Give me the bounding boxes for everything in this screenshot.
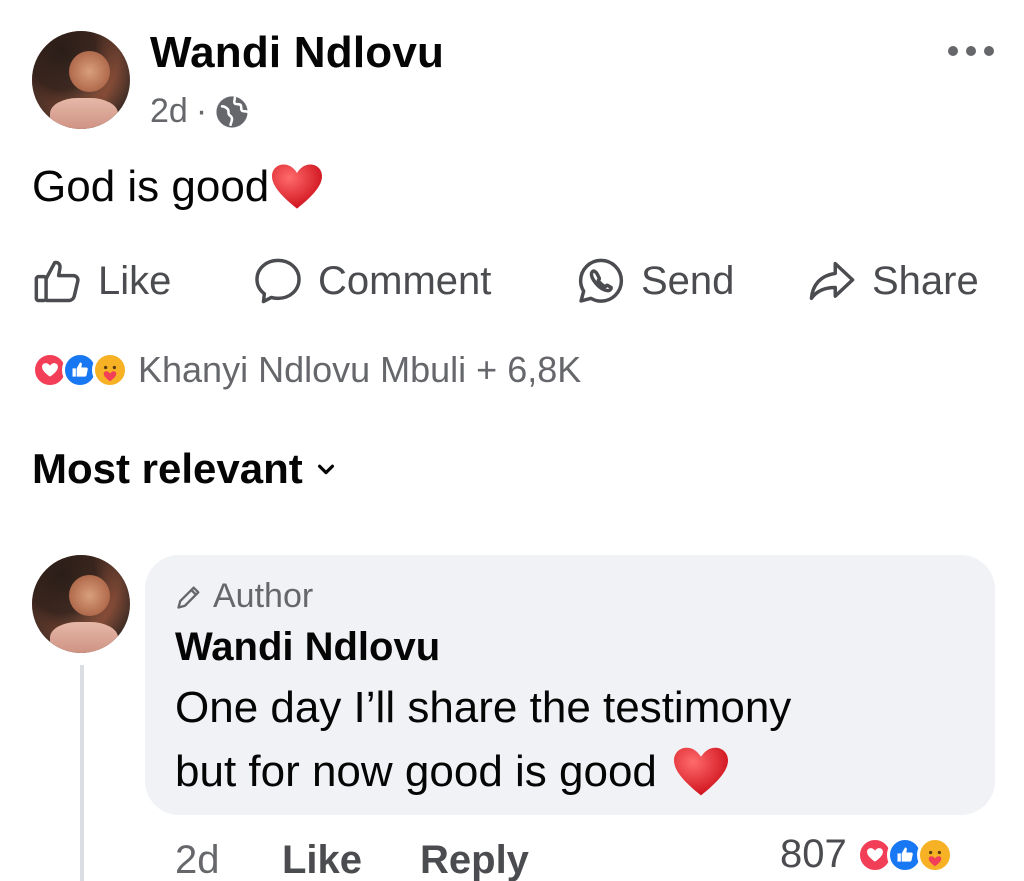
care-reaction-icon: [916, 836, 953, 873]
comment-button[interactable]: Comment: [252, 255, 491, 307]
comment-text-line-2: but for now good is good: [175, 745, 731, 799]
share-arrow-icon: [809, 261, 855, 301]
author-badge-label: Author: [213, 577, 314, 615]
post-time[interactable]: 2d: [150, 92, 188, 131]
post-author-avatar[interactable]: [32, 31, 130, 129]
globe-icon: [216, 95, 250, 128]
comment-author-avatar[interactable]: [32, 555, 130, 653]
comment-label: Comment: [318, 258, 492, 303]
post-meta: 2d ·: [150, 92, 250, 131]
thread-line: [80, 665, 84, 881]
send-label: Send: [641, 258, 735, 303]
like-label: Like: [98, 258, 172, 303]
comment-bubble[interactable]: Author Wandi Ndlovu One day I’ll share t…: [145, 555, 995, 815]
thumbs-up-icon: [34, 260, 80, 303]
comment-text-line-2-content: but for now good is good: [175, 747, 657, 796]
comment-reactions[interactable]: 807: [780, 832, 953, 877]
reactions-names: Khanyi Ndlovu Mbuli + 6,8K: [138, 349, 582, 390]
share-label: Share: [872, 258, 979, 303]
meta-separator: ·: [195, 92, 208, 130]
red-heart-emoji: [272, 164, 323, 209]
share-button[interactable]: Share: [806, 255, 979, 307]
comment-bubble-icon: [255, 258, 301, 304]
author-badge: Author: [175, 577, 313, 616]
comment-time[interactable]: 2d: [175, 838, 220, 881]
comment-reply-button[interactable]: Reply: [420, 838, 529, 881]
comment-sort-dropdown[interactable]: Most relevant: [32, 445, 337, 493]
post-author-name[interactable]: Wandi Ndlovu: [150, 28, 444, 78]
like-button[interactable]: Like: [32, 255, 171, 307]
whatsapp-icon: [578, 258, 624, 303]
comment-text-line-1: One day I’ll share the testimony: [175, 683, 792, 732]
reactions-summary[interactable]: Khanyi Ndlovu Mbuli + 6,8K: [32, 349, 581, 391]
post-text: God is good: [32, 162, 325, 212]
comment-author-name[interactable]: Wandi Ndlovu: [175, 625, 440, 670]
more-options-icon[interactable]: [946, 44, 996, 58]
chevron-down-icon: [317, 464, 334, 475]
post-text-content: God is good: [32, 162, 270, 211]
send-button[interactable]: Send: [575, 255, 734, 307]
comment-like-button[interactable]: Like: [282, 838, 362, 881]
sort-label-text: Most relevant: [32, 445, 303, 492]
red-heart-emoji: [673, 747, 728, 796]
comment-reaction-count: 807: [780, 832, 847, 876]
care-reaction-icon: [92, 352, 128, 388]
pencil-icon: [177, 586, 200, 609]
